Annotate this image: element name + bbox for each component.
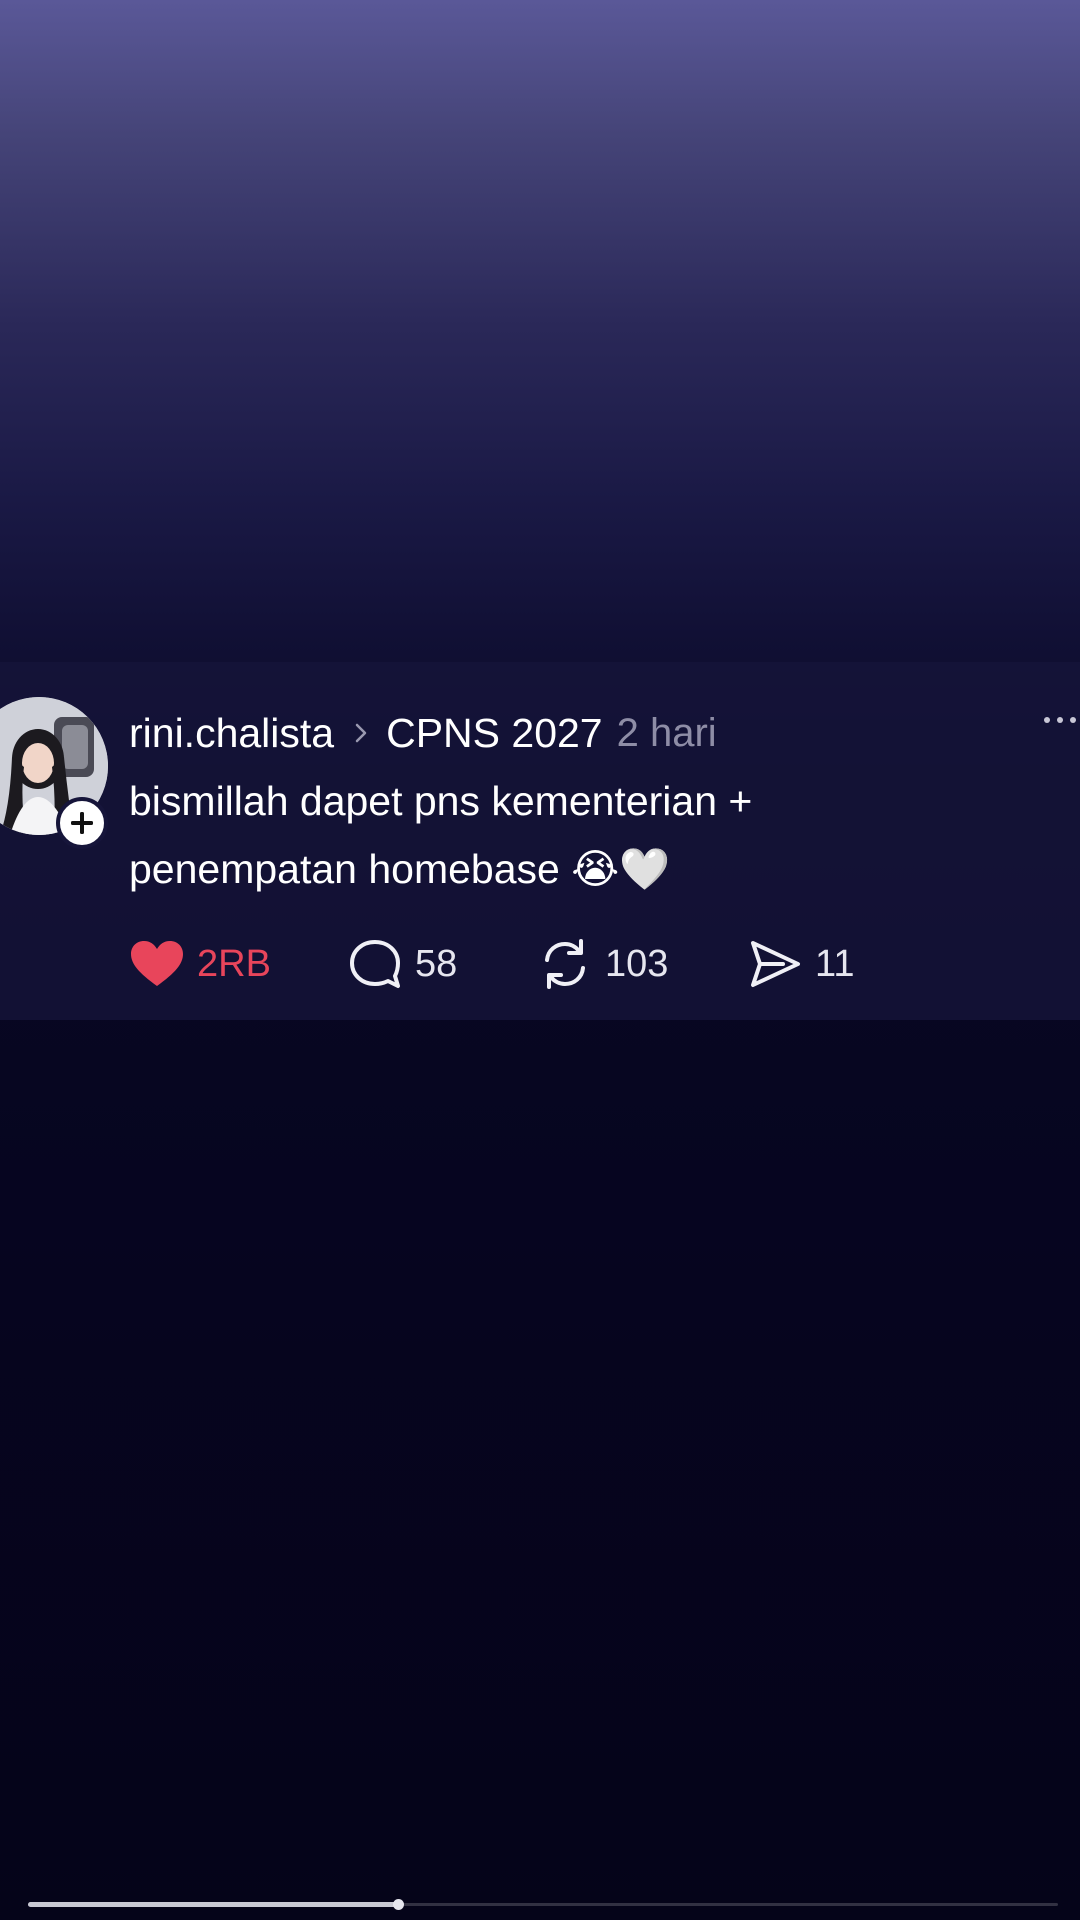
- heart-icon: [131, 941, 183, 986]
- username[interactable]: rini.chalista: [129, 710, 334, 757]
- post-time: 2 hari: [616, 710, 717, 755]
- send-icon: [751, 941, 800, 987]
- post-text: bismillah dapet pns kementerian + penemp…: [129, 767, 1029, 903]
- share-button[interactable]: 11: [747, 934, 867, 994]
- repost-count: 103: [605, 942, 669, 985]
- share-count: 11: [815, 942, 855, 985]
- action-bar: 2RB 58 103 11: [129, 934, 867, 994]
- comment-count: 58: [415, 942, 458, 985]
- video-progress-thumb[interactable]: [393, 1899, 404, 1910]
- repost-button[interactable]: 103: [537, 934, 747, 994]
- video-screen: rini.chalista CPNS 2027 2 hari bismillah…: [0, 0, 1080, 1920]
- comment-icon: [350, 940, 400, 988]
- community-name[interactable]: CPNS 2027: [386, 710, 603, 757]
- repost-icon: [545, 939, 585, 989]
- avatar-container[interactable]: [0, 697, 110, 849]
- post-text-line-1: bismillah dapet pns kementerian +: [129, 778, 753, 824]
- post-text-line-2: penempatan homebase 😭🤍: [129, 846, 671, 892]
- plus-icon: [71, 812, 93, 834]
- chevron-right-icon: [354, 722, 368, 744]
- follow-button[interactable]: [56, 797, 108, 849]
- like-count: 2RB: [197, 942, 271, 985]
- more-icon[interactable]: [1044, 717, 1080, 723]
- post-header: rini.chalista CPNS 2027 2 hari: [129, 698, 717, 768]
- like-button[interactable]: 2RB: [129, 934, 347, 994]
- video-progress-fill: [28, 1902, 399, 1907]
- comment-button[interactable]: 58: [347, 934, 537, 994]
- post-card[interactable]: rini.chalista CPNS 2027 2 hari bismillah…: [0, 662, 1080, 1020]
